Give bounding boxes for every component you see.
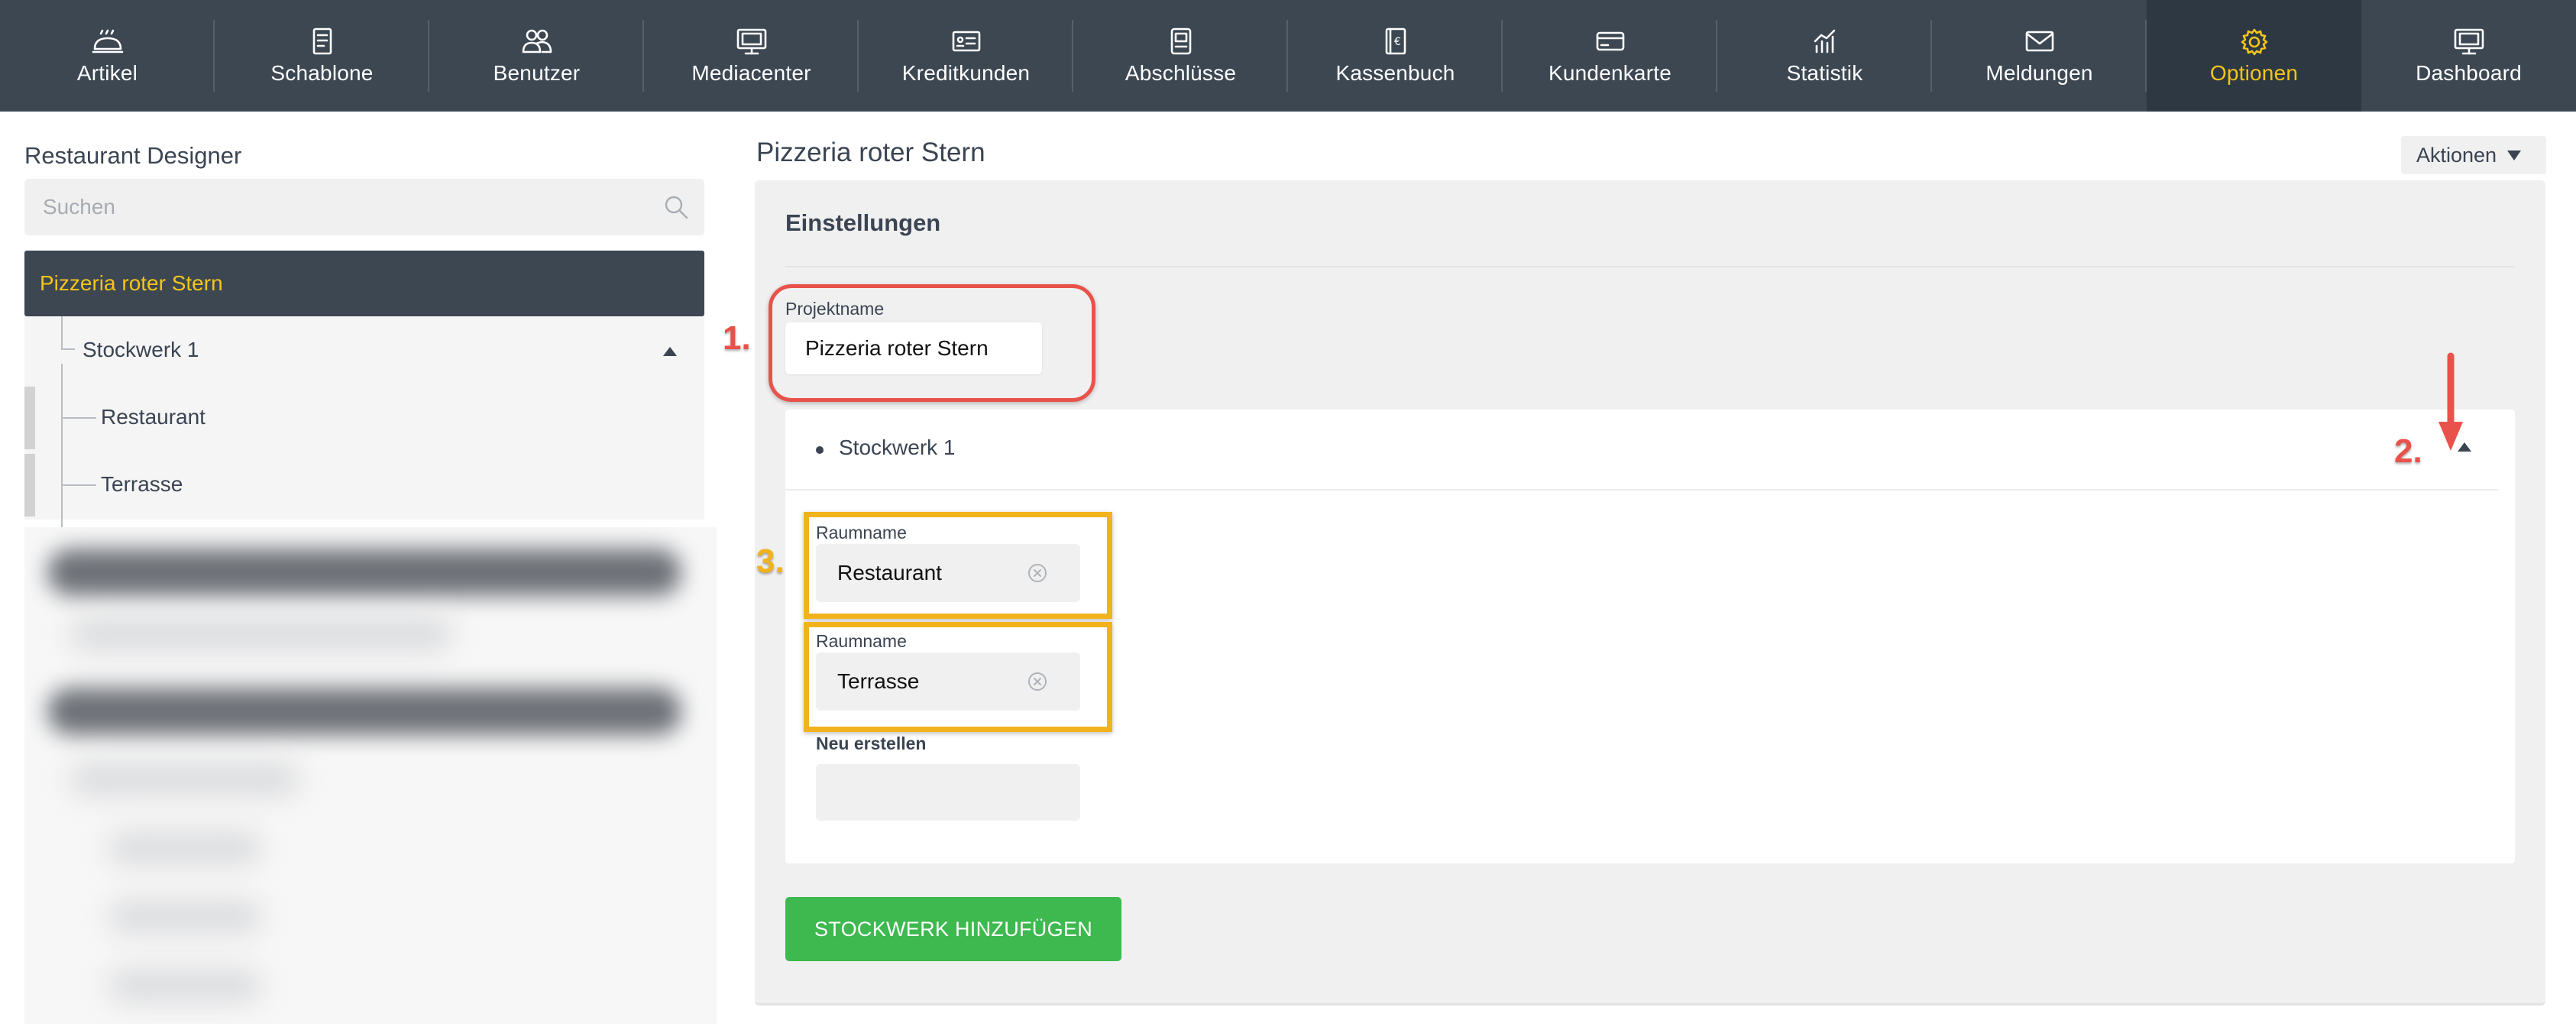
blurred-row [108,902,261,932]
annotation-highlight-room [804,512,1112,619]
nav-label: Optionen [2209,61,2299,85]
annotation-step-1: 1. [723,319,751,357]
page-title: Pizzeria roter Stern [756,138,985,167]
bullet [816,446,824,454]
closing-icon [1170,28,1191,55]
card-icon [1596,31,1624,51]
annotation-highlight-room [804,622,1112,732]
nav-item-kreditkunden[interactable]: Kreditkunden [859,0,1073,112]
divider [785,266,2515,267]
tree-connector [63,417,96,419]
nav-label: Schablone [270,61,374,85]
nav-label: Abschlüsse [1125,61,1237,85]
actions-dropdown[interactable]: Aktionen [2401,136,2546,174]
nav-label: Artikel [76,61,138,85]
search-box [24,179,704,235]
new-room-field [816,764,1083,822]
sidebar-title: Restaurant Designer [24,142,242,169]
users-icon [522,29,552,53]
top-navigation: Artikel Schablone Benutzer Mediacenter K… [0,0,2576,112]
template-icon [312,28,332,55]
gear-icon [2241,28,2267,56]
nav-label: Meldungen [1985,61,2093,85]
nav-item-artikel[interactable]: Artikel [0,0,215,112]
new-room-label: Neu erstellen [816,733,927,753]
blurred-row [108,970,261,1001]
nav-item-statistik[interactable]: Statistik [1717,0,1932,112]
nav-item-meldungen[interactable]: Meldungen [1932,0,2147,112]
sidebar-room-item[interactable]: Restaurant [101,405,205,429]
sidebar-room-item[interactable]: Terrasse [101,472,183,497]
annotation-highlight-project [769,284,1095,402]
nav-label: Dashboard [2416,61,2522,85]
id-card-icon [952,31,980,52]
blurred-row [47,549,681,596]
nav-item-benutzer[interactable]: Benutzer [429,0,644,112]
monitor-icon [736,28,766,55]
divider [785,489,2498,491]
nav-label: Benutzer [493,61,581,85]
blurred-content [24,527,717,1024]
new-room-input[interactable] [816,764,1083,822]
nav-item-schablone[interactable]: Schablone [215,0,429,112]
blurred-row [47,688,681,735]
dropdown-arrow-icon [2507,150,2522,160]
nav-label: Statistik [1786,61,1863,85]
nav-label: Kassenbuch [1335,61,1455,85]
nav-label: Kundenkarte [1549,61,1671,85]
sidebar-project-label: Pizzeria roter Stern [40,271,223,295]
settings-title: Einstellungen [785,209,941,236]
blurred-row [70,619,452,649]
annotation-arrow-icon [2438,352,2463,451]
envelope-icon [2025,31,2053,52]
tree-connector [61,316,63,348]
nav-item-kundenkarte[interactable]: Kundenkarte [1503,0,1717,112]
annotation-step-2: 2. [2394,432,2422,470]
drag-handle[interactable] [24,454,35,516]
nav-item-abschluesse[interactable]: Abschlüsse [1073,0,1288,112]
sidebar-floor-item[interactable]: Stockwerk 1 [83,338,199,362]
tree-connector [63,484,96,486]
dashboard-icon [2454,28,2484,55]
add-floor-button[interactable]: STOCKWERK HINZUFÜGEN [785,897,1121,961]
nav-label: Mediacenter [691,61,811,85]
nav-item-optionen[interactable]: Optionen [2147,0,2361,112]
nav-label: Kreditkunden [901,61,1031,85]
search-input[interactable] [24,179,672,235]
nav-item-kassenbuch[interactable]: € Kassenbuch [1288,0,1503,112]
cashbook-icon: € [1385,28,1406,55]
actions-label: Aktionen [2416,143,2497,167]
blurred-row [108,833,261,863]
bread-icon [92,29,123,53]
floor-name: Stockwerk 1 [839,436,956,459]
blurred-row [70,764,299,795]
svg-text:€: € [1394,36,1401,48]
nav-item-dashboard[interactable]: Dashboard [2361,0,2576,112]
tree-connector [61,348,75,350]
nav-item-mediacenter[interactable]: Mediacenter [644,0,859,112]
sidebar-project-item[interactable]: Pizzeria roter Stern [24,251,704,316]
drag-handle[interactable] [24,387,35,449]
collapse-caret-icon[interactable] [663,347,677,356]
search-icon[interactable] [663,194,689,220]
tree-connector [61,364,63,533]
annotation-step-3: 3. [756,542,785,580]
sidebar: Restaurant Designer Pizzeria roter Stern… [0,112,749,1033]
statistics-icon [1814,29,1835,53]
floor-tree: Stockwerk 1 Restaurant Terrasse [24,316,704,533]
